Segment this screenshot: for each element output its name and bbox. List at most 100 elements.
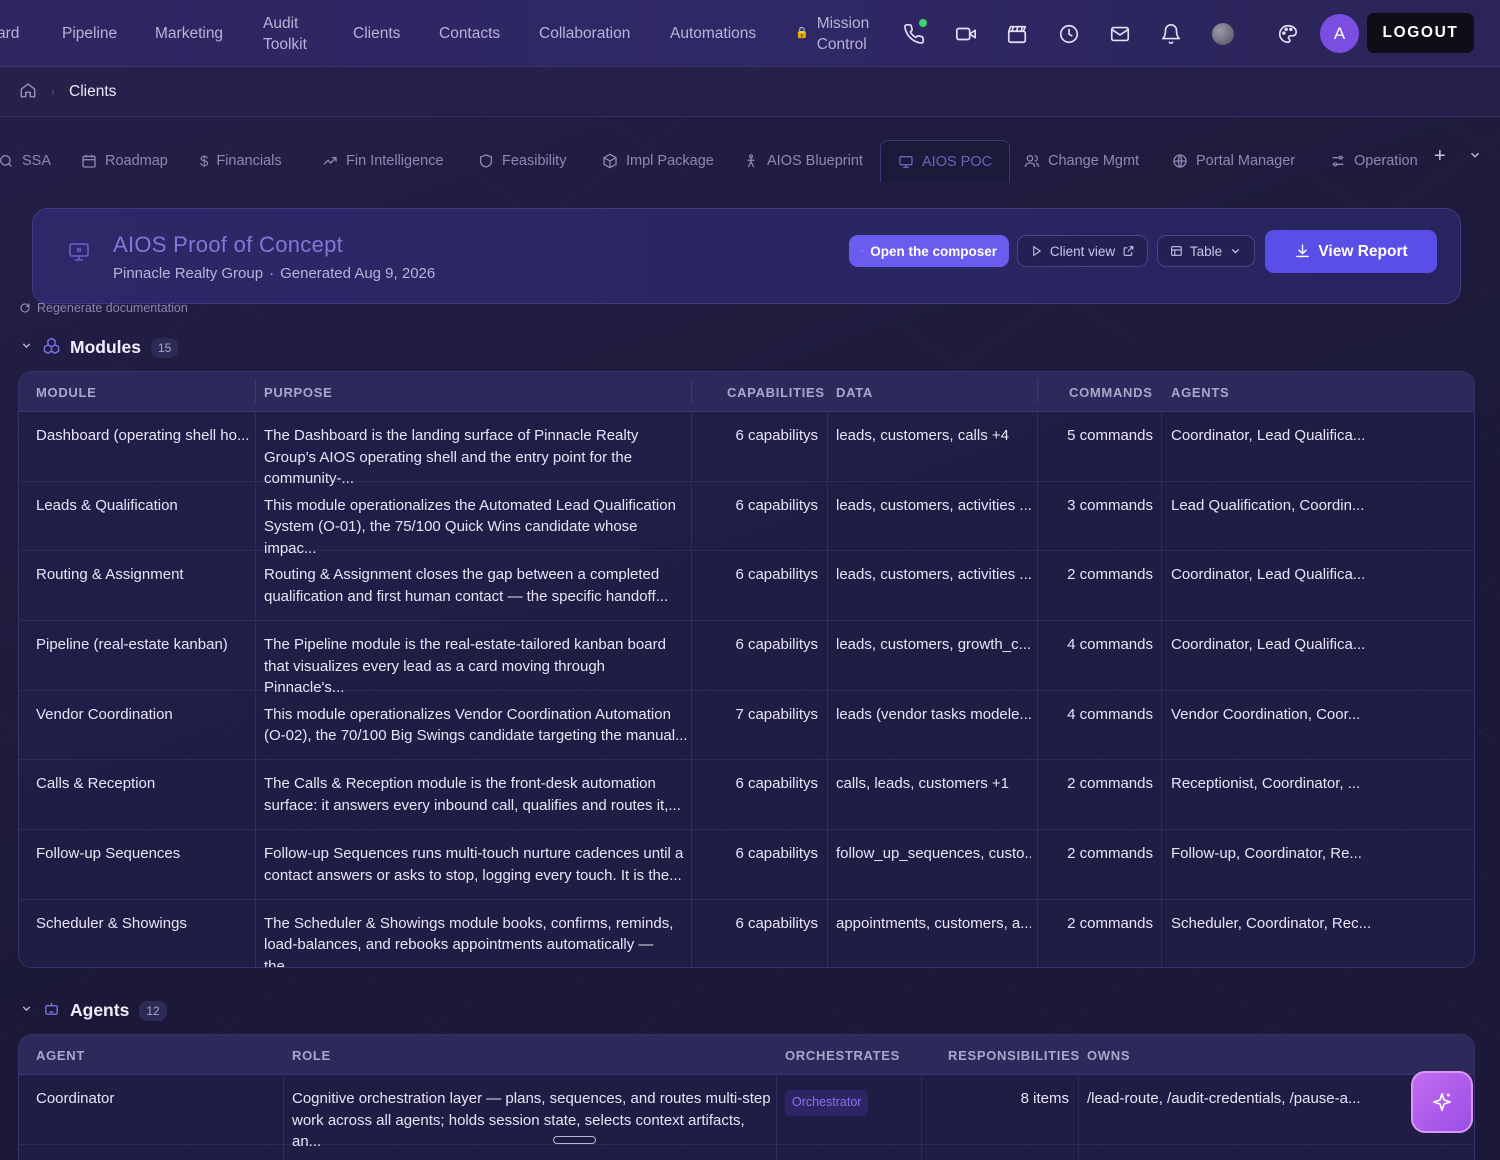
nav-item-collaboration[interactable]: Collaboration	[539, 0, 630, 67]
client-name: Pinnacle Realty Group	[113, 265, 264, 282]
tab-aios-blueprint[interactable]: AIOS Blueprint	[743, 140, 863, 182]
column-header-capabilities[interactable]: CAPABILITIES	[727, 372, 825, 412]
palette-icon[interactable]	[1272, 18, 1304, 50]
module-commands: 4 commands	[1067, 636, 1153, 654]
mail-icon[interactable]	[1104, 18, 1136, 50]
column-divider	[1161, 899, 1162, 967]
ai-assistant-button[interactable]	[1411, 1071, 1473, 1133]
module-data: leads, customers, growth_c...	[836, 636, 1031, 654]
tab-ssa[interactable]: SSA	[0, 140, 51, 182]
column-header-owns[interactable]: OWNS	[1087, 1035, 1130, 1075]
tab-label: AIOS POC	[922, 153, 993, 170]
orchestrator-badge: Orchestrator	[785, 1090, 869, 1116]
module-data: leads (vendor tasks modele...	[836, 705, 1031, 723]
table-row[interactable]: Vendor Coordination This module operation…	[19, 690, 1474, 761]
page-subtitle: Pinnacle Realty Group · Generated Aug 9, 2…	[113, 265, 435, 282]
module-capabilities: 6 capabilitys	[735, 566, 818, 584]
magic-wand-icon	[861, 249, 864, 252]
nav-item-dashboard[interactable]: ard	[0, 0, 19, 67]
nav-item-audit-toolkit[interactable]: Audit Toolkit	[263, 0, 323, 67]
tab-fin-intelligence[interactable]: Fin Intelligence	[322, 140, 444, 182]
tab-change-mgmt[interactable]: Change Mgmt	[1024, 140, 1139, 182]
view-report-button[interactable]: View Report	[1265, 230, 1437, 273]
module-name: Vendor Coordination	[36, 705, 173, 723]
monitor-icon	[67, 240, 91, 268]
column-divider	[827, 551, 828, 621]
agents-section-toggle[interactable]: Agents 12	[20, 1000, 167, 1021]
column-header-responsibilities[interactable]: RESPONSIBILITIES	[948, 1035, 1080, 1075]
tab-label: Impl Package	[626, 153, 714, 169]
nav-item-clients[interactable]: Clients	[353, 0, 400, 67]
module-commands: 2 commands	[1067, 775, 1153, 793]
user-avatar[interactable]: A	[1320, 14, 1359, 53]
tab-aios-poc[interactable]: AIOS POC	[880, 140, 1011, 182]
orb-icon[interactable]	[1212, 23, 1234, 45]
module-agents: Vendor Coordination, Coor...	[1171, 705, 1361, 723]
module-purpose: The Calls & Reception module is the fron…	[264, 775, 681, 814]
column-divider	[827, 412, 828, 481]
module-purpose: Routing & Assignment closes the gap betw…	[264, 566, 669, 605]
view-mode-select[interactable]: Table	[1157, 235, 1255, 267]
tab-impl-package[interactable]: Impl Package	[602, 140, 714, 182]
module-name: Pipeline (real-estate kanban)	[36, 636, 228, 654]
table-row[interactable]: Routing & Assignment Routing & Assignment…	[19, 551, 1474, 622]
nav-item-marketing[interactable]: Marketing	[155, 0, 223, 67]
column-header-purpose[interactable]: PURPOSE	[264, 372, 332, 412]
nav-item-contacts[interactable]: Contacts	[439, 0, 500, 67]
module-capabilities: 6 capabilitys	[735, 845, 818, 863]
agent-role: Cognitive orchestration layer — plans, s…	[292, 1090, 771, 1150]
column-header-commands[interactable]: COMMANDS	[1069, 372, 1153, 412]
table-row[interactable]: Pipeline (real-estate kanban) The Pipelin…	[19, 621, 1474, 696]
tab-portal-manager[interactable]: Portal Manager	[1172, 140, 1295, 182]
bell-icon[interactable]	[1155, 18, 1187, 50]
module-purpose: The Scheduler & Showings module books, c…	[264, 914, 674, 968]
table-row[interactable]: Scheduler & Showings The Scheduler & Show…	[19, 899, 1474, 968]
agents-table: AGENT ROLE ORCHESTRATES RESPONSIBILITIES…	[18, 1034, 1475, 1160]
nav-item-automations[interactable]: Automations	[670, 0, 756, 67]
chevron-down-icon[interactable]	[1468, 148, 1482, 166]
nav-item-mission-control[interactable]: 🔒 Mission Control	[795, 0, 887, 67]
tab-label: Operation	[1354, 153, 1418, 169]
column-header-module[interactable]: MODULE	[36, 372, 97, 412]
scroll-indicator[interactable]	[553, 1136, 596, 1144]
home-icon[interactable]	[19, 81, 37, 103]
nav-item-pipeline[interactable]: Pipeline	[62, 0, 117, 67]
tab-financials[interactable]: $ Financials	[200, 140, 282, 182]
module-data: leads, customers, calls +4	[836, 427, 1009, 444]
table-row[interactable]	[19, 1145, 1474, 1160]
agent-name: Coordinator	[36, 1090, 115, 1107]
client-view-button[interactable]: Client view	[1017, 235, 1148, 267]
table-row[interactable]: Leads & Qualification This module operati…	[19, 481, 1474, 557]
modules-section-toggle[interactable]: Modules 15	[20, 337, 179, 358]
column-divider	[1161, 690, 1162, 760]
breadcrumb-current: Clients	[69, 82, 117, 100]
tab-roadmap[interactable]: Roadmap	[81, 140, 168, 182]
table-row[interactable]: Calls & Reception The Calls & Reception m…	[19, 760, 1474, 831]
open-composer-button[interactable]: Open the composer	[849, 235, 1009, 267]
add-tab-button[interactable]: +	[1434, 145, 1446, 168]
table-row[interactable]: Dashboard (operating shell ho... The Dash…	[19, 412, 1474, 487]
table-row[interactable]: Follow-up Sequences Follow-up Sequences r…	[19, 830, 1474, 900]
module-capabilities: 6 capabilitys	[735, 914, 818, 932]
module-commands: 3 commands	[1067, 496, 1153, 514]
module-agents: Follow-up, Coordinator, Re...	[1171, 845, 1362, 863]
phone-icon[interactable]	[898, 18, 930, 50]
video-icon[interactable]	[950, 18, 982, 50]
module-agents: Scheduler, Coordinator, Rec...	[1171, 914, 1372, 932]
clapperboard-icon[interactable]	[1001, 18, 1033, 50]
tab-feasibility[interactable]: Feasibility	[478, 140, 566, 182]
module-commands: 2 commands	[1067, 845, 1153, 863]
table-icon	[1171, 246, 1182, 256]
clock-icon[interactable]	[1053, 18, 1085, 50]
column-header-role[interactable]: ROLE	[292, 1035, 331, 1075]
column-header-agents[interactable]: AGENTS	[1171, 372, 1229, 412]
chevron-down-icon	[1231, 248, 1240, 254]
regenerate-documentation-button[interactable]: Regenerate documentation	[19, 301, 188, 315]
logout-button[interactable]: LOGOUT	[1367, 13, 1474, 53]
column-header-agent[interactable]: AGENT	[36, 1035, 85, 1075]
column-header-data[interactable]: DATA	[836, 372, 873, 412]
tab-label: Roadmap	[105, 153, 168, 169]
tab-operation[interactable]: Operation	[1330, 140, 1418, 182]
column-header-orchestrates[interactable]: ORCHESTRATES	[785, 1035, 900, 1075]
table-row[interactable]: Coordinator Cognitive orchestration laye…	[19, 1075, 1474, 1150]
